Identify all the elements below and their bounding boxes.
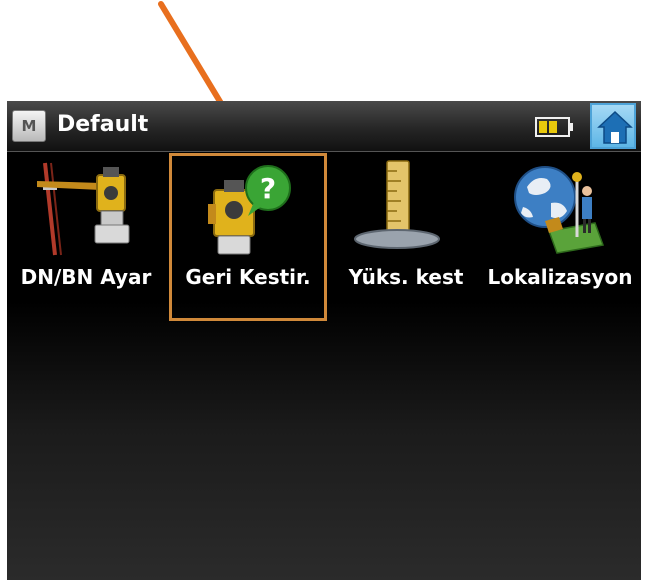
- device-screen: M Default DN/BN Ayar ? Geri Kestir. Yüks…: [7, 101, 641, 580]
- app-label: DN/BN Ayar: [20, 265, 152, 289]
- menu-button[interactable]: M: [12, 110, 46, 142]
- globe-surveyor-icon: [514, 166, 605, 254]
- app-label: Geri Kestir.: [185, 265, 311, 289]
- app-yuks-kest[interactable]: Yüks. kest: [327, 153, 485, 321]
- svg-text:?: ?: [260, 172, 276, 205]
- battery-icon: [535, 117, 573, 137]
- height-ruler-icon: [354, 160, 440, 249]
- app-lokalizasyon[interactable]: Lokalizasyon: [481, 153, 639, 321]
- app-geri-kestir[interactable]: ? Geri Kestir.: [169, 153, 327, 321]
- title-bar: M Default: [7, 101, 641, 152]
- app-dn-bn-ayar[interactable]: DN/BN Ayar: [7, 153, 165, 321]
- page-title: Default: [57, 112, 149, 137]
- level-staff-instrument-icon: [37, 162, 130, 256]
- app-label: Yüks. kest: [348, 265, 464, 289]
- home-button[interactable]: [590, 103, 636, 149]
- home-icon: [597, 110, 633, 144]
- instrument-help-icon: ?: [208, 165, 291, 255]
- app-label: Lokalizasyon: [487, 265, 633, 289]
- menu-icon: M: [21, 117, 37, 135]
